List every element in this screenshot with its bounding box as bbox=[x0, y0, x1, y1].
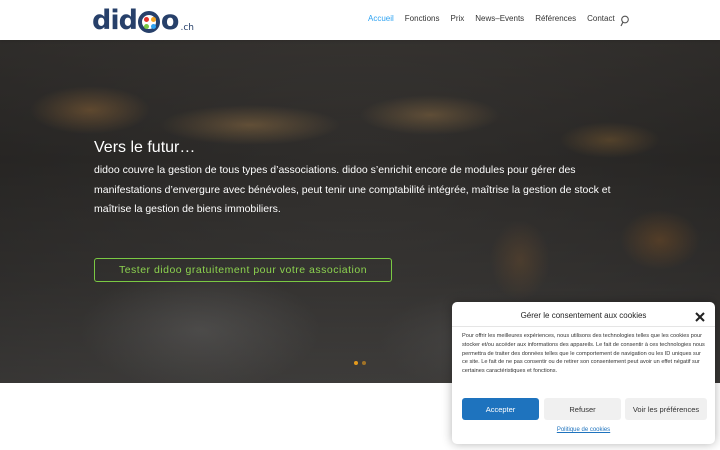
nav-item-news-events[interactable]: News–Events bbox=[475, 14, 524, 23]
cookie-divider bbox=[452, 326, 715, 327]
search-icon[interactable] bbox=[620, 14, 630, 27]
logo-word-end: o bbox=[160, 5, 180, 36]
nav-item-contact[interactable]: Contact bbox=[587, 14, 615, 23]
accept-cookies-button[interactable]: Accepter bbox=[462, 398, 539, 420]
slide-dot-1[interactable] bbox=[354, 361, 358, 365]
logo-word-start: did bbox=[92, 5, 138, 36]
cookie-dialog-title: Gérer le consentement aux cookies bbox=[520, 311, 647, 320]
logo-tld: .ch bbox=[180, 23, 194, 33]
slider-pagination bbox=[354, 361, 366, 365]
site-header: did o .ch Accueil Fonctions Prix News–Ev… bbox=[0, 0, 720, 40]
slide-dot-2[interactable] bbox=[362, 361, 366, 365]
cookie-policy-link[interactable]: Politique de cookies bbox=[452, 427, 715, 433]
nav-item-accueil[interactable]: Accueil bbox=[368, 14, 394, 23]
cookie-consent-dialog: Gérer le consentement aux cookies Pour o… bbox=[452, 302, 715, 444]
main-nav: Accueil Fonctions Prix News–Events Référ… bbox=[368, 14, 626, 23]
logo-colorful-o bbox=[137, 11, 160, 33]
nav-item-prix[interactable]: Prix bbox=[450, 14, 464, 23]
hero-description: didoo couvre la gestion de tous types d’… bbox=[94, 164, 611, 215]
nav-item-references[interactable]: Références bbox=[535, 14, 576, 23]
view-preferences-button[interactable]: Voir les préférences bbox=[625, 398, 707, 420]
refuse-cookies-button[interactable]: Refuser bbox=[544, 398, 621, 420]
close-icon[interactable] bbox=[694, 310, 706, 322]
hero-title: Vers le futur… bbox=[94, 139, 196, 156]
didoo-logo[interactable]: did o .ch bbox=[92, 5, 194, 36]
nav-item-fonctions[interactable]: Fonctions bbox=[405, 14, 440, 23]
cookie-dialog-text: Pour offrir les meilleures expériences, … bbox=[462, 333, 705, 375]
page: did o .ch Accueil Fonctions Prix News–Ev… bbox=[0, 0, 720, 450]
trial-cta-button[interactable]: Tester didoo gratuitement pour votre ass… bbox=[94, 258, 392, 282]
